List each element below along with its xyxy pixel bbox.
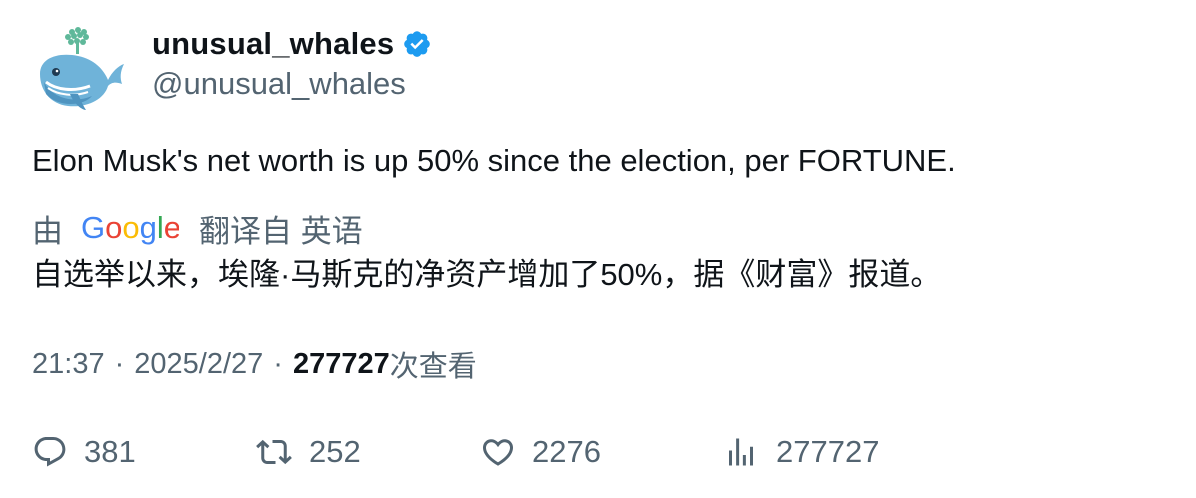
verified-badge-icon[interactable] xyxy=(402,29,432,59)
retweet-button[interactable]: 252 xyxy=(255,430,361,474)
retweet-icon xyxy=(256,439,292,465)
translated-from-label[interactable]: 翻译自 英语 xyxy=(199,206,363,251)
tweet-date[interactable]: 2025/2/27 xyxy=(134,348,263,381)
meta-separator: · xyxy=(114,347,125,380)
views-label: 次查看 xyxy=(389,351,477,383)
retweet-count: 252 xyxy=(309,434,361,469)
avatar[interactable] xyxy=(32,22,128,118)
like-count: 2276 xyxy=(532,434,601,469)
heart-icon xyxy=(482,439,514,466)
user-names: unusual_whales @unusual_whales xyxy=(152,22,432,104)
meta-separator: · xyxy=(273,347,283,380)
reply-icon xyxy=(34,437,66,467)
tweet-time[interactable]: 21:37 xyxy=(32,348,105,381)
views-count: 277727 xyxy=(292,347,390,380)
action-bar: 381 252 2276 277727 xyxy=(0,430,1196,474)
whale-logo-icon xyxy=(40,27,124,110)
tweet-meta: 21:37 · 2025/2/27 · 277727 次查看 xyxy=(32,344,477,384)
translated-text: 自选举以来，埃隆·马斯克的净资产增加了50%，据《财富》报道。 xyxy=(32,257,942,292)
like-button[interactable]: 2276 xyxy=(480,430,601,474)
google-logo-icon: Google xyxy=(81,211,179,245)
display-name[interactable]: unusual_whales xyxy=(152,26,394,62)
user-handle[interactable]: @unusual_whales xyxy=(152,64,432,104)
display-name-row: unusual_whales xyxy=(152,24,432,64)
analytics-icon xyxy=(729,438,753,466)
svg-text:Google: Google xyxy=(81,211,179,245)
views-button[interactable]: 277727 xyxy=(722,430,879,474)
translated-by-label: 由 xyxy=(32,213,63,249)
translation-attribution: 由 Google 翻译自 英语 xyxy=(32,206,363,250)
tweet-card: unusual_whales @unusual_whales Elon Musk… xyxy=(0,0,1196,498)
tweet-header: unusual_whales @unusual_whales xyxy=(32,22,432,118)
reply-button[interactable]: 381 xyxy=(32,430,136,474)
tweet-text: Elon Musk's net worth is up 50% since th… xyxy=(32,143,956,178)
views-action-count: 277727 xyxy=(776,434,880,469)
reply-count: 381 xyxy=(84,434,136,469)
